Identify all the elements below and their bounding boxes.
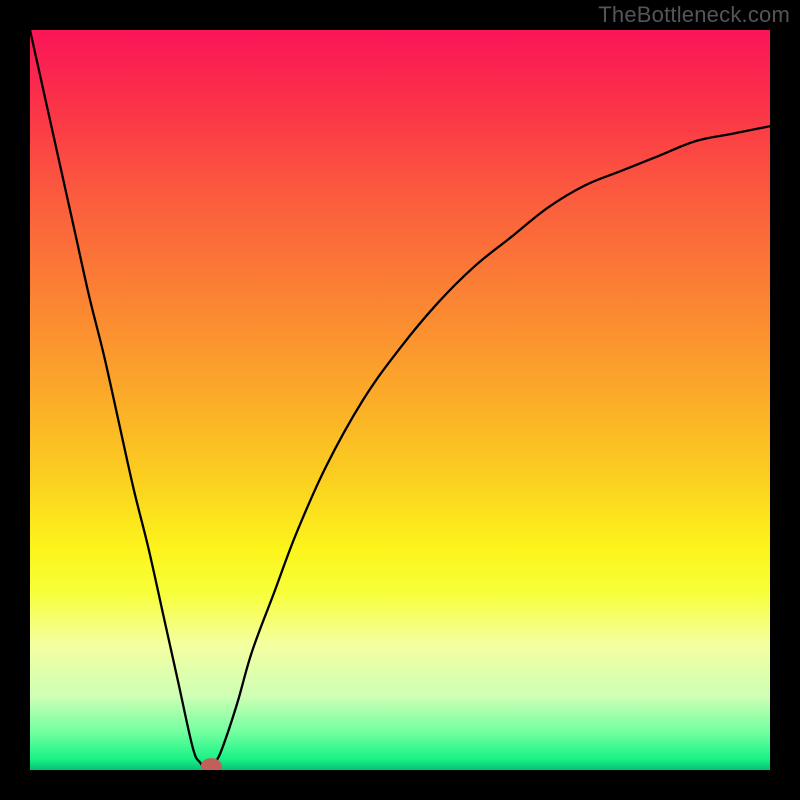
gradient-background <box>30 30 770 770</box>
chart-svg <box>30 30 770 770</box>
chart-container: TheBottleneck.com <box>0 0 800 800</box>
watermark-text: TheBottleneck.com <box>598 2 790 28</box>
plot-area <box>30 30 770 770</box>
